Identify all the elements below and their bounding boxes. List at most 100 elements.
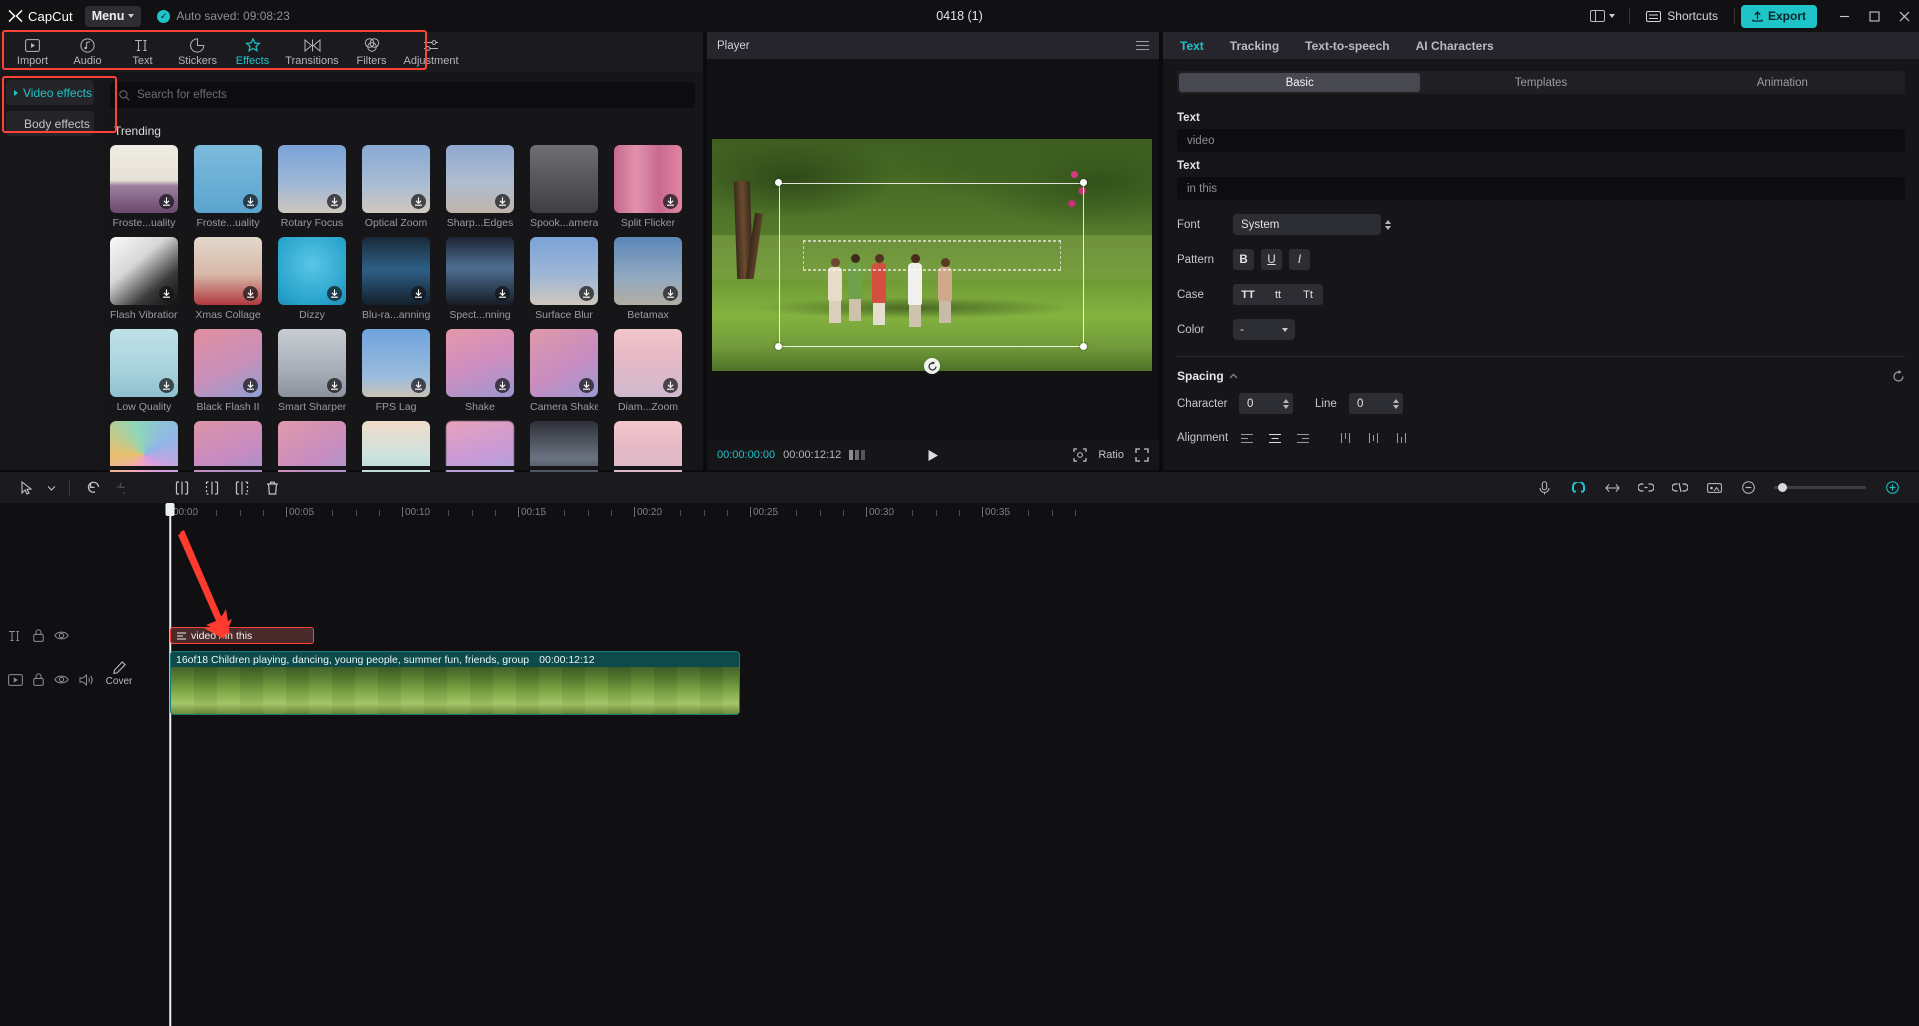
download-icon[interactable] — [411, 194, 426, 209]
close-icon[interactable] — [1889, 0, 1919, 32]
download-icon[interactable] — [327, 378, 342, 393]
chevron-down-icon[interactable] — [42, 475, 60, 501]
effect-card[interactable]: Black Flash II — [194, 329, 262, 413]
text-input-2[interactable]: in this — [1177, 177, 1905, 200]
maximize-icon[interactable] — [1859, 0, 1889, 32]
download-icon[interactable] — [243, 378, 258, 393]
download-icon[interactable] — [327, 286, 342, 301]
align-left-icon[interactable] — [1233, 428, 1261, 448]
layout-button[interactable] — [1582, 0, 1623, 32]
playhead-handle[interactable] — [166, 503, 175, 516]
effect-thumbnail[interactable] — [530, 329, 598, 397]
effect-card[interactable]: Betamax — [614, 237, 682, 321]
effect-thumbnail[interactable] — [362, 145, 430, 213]
export-button[interactable]: Export — [1741, 5, 1817, 28]
tab-import[interactable]: Import — [6, 33, 59, 71]
effect-card[interactable]: Froste...uality — [110, 145, 178, 229]
zoom-in-icon[interactable] — [1877, 475, 1907, 501]
case-titlecase-button[interactable]: Tt — [1293, 284, 1323, 305]
tab-transitions[interactable]: Transitions — [281, 33, 343, 71]
effect-card[interactable]: Froste...uality — [194, 145, 262, 229]
undo-icon[interactable] — [79, 475, 109, 501]
tab-text[interactable]: Text — [116, 33, 169, 71]
tab-text-to-speech[interactable]: Text-to-speech — [1305, 39, 1389, 53]
font-stepper[interactable] — [1385, 220, 1391, 230]
resize-handle-tr[interactable] — [1080, 179, 1087, 186]
effect-card[interactable]: Diam...Zoom — [614, 329, 682, 413]
effect-card[interactable]: Spook...amera — [530, 145, 598, 229]
menu-button[interactable]: Menu — [85, 6, 142, 27]
effect-thumbnail[interactable] — [110, 145, 178, 213]
effect-thumbnail[interactable] — [614, 237, 682, 305]
timeline[interactable]: 00:0000:0500:1000:1500:2000:2500:3000:35 — [0, 503, 1919, 1026]
effect-card[interactable]: Dizzy — [278, 237, 346, 321]
auto-adjust-icon[interactable] — [1597, 475, 1627, 501]
effect-thumbnail[interactable] — [446, 145, 514, 213]
download-icon[interactable] — [663, 378, 678, 393]
effect-thumbnail[interactable] — [362, 329, 430, 397]
tab-tracking[interactable]: Tracking — [1230, 39, 1279, 53]
text-input-1[interactable]: video — [1177, 129, 1905, 152]
effect-thumbnail[interactable] — [110, 237, 178, 305]
ratio-button[interactable]: Ratio — [1098, 449, 1124, 461]
sidebar-item-body-effects[interactable]: Body effects — [6, 111, 94, 136]
delete-icon[interactable] — [257, 475, 287, 501]
effect-card[interactable]: Blu-ra...anning — [362, 237, 430, 321]
unlink-icon[interactable] — [1665, 475, 1695, 501]
effect-thumbnail[interactable] — [110, 329, 178, 397]
video-track-icon[interactable] — [8, 674, 23, 686]
bold-button[interactable]: B — [1233, 249, 1254, 270]
hamburger-icon[interactable] — [1136, 41, 1149, 51]
frames-icon[interactable] — [849, 450, 865, 460]
effect-thumbnail[interactable] — [614, 145, 682, 213]
snapshot-icon[interactable] — [1073, 448, 1087, 462]
effect-card[interactable]: Spect...nning — [446, 237, 514, 321]
sidebar-item-video-effects[interactable]: Video effects — [6, 80, 94, 105]
player-stage[interactable] — [707, 59, 1159, 440]
download-icon[interactable] — [159, 286, 174, 301]
effect-card[interactable]: Surface Blur — [530, 237, 598, 321]
effect-card[interactable]: FPS Lag — [362, 329, 430, 413]
text-clip[interactable]: video / in this — [170, 627, 314, 644]
effect-thumbnail[interactable] — [194, 145, 262, 213]
lock-icon[interactable] — [33, 629, 44, 642]
video-clip[interactable]: 16of18 Children playing, dancing, young … — [170, 651, 740, 715]
chevron-up-icon[interactable] — [1229, 373, 1238, 379]
color-select[interactable]: - — [1233, 319, 1295, 340]
search-input[interactable]: Search for effects — [110, 82, 695, 108]
download-icon[interactable] — [495, 378, 510, 393]
tab-text[interactable]: Text — [1180, 39, 1204, 53]
timeline-ruler[interactable]: 00:0000:0500:1000:1500:2000:2500:3000:35 — [0, 503, 1919, 525]
align-right-icon[interactable] — [1289, 428, 1317, 448]
magnet-snap-icon[interactable] — [1563, 475, 1593, 501]
download-icon[interactable] — [159, 194, 174, 209]
case-uppercase-button[interactable]: TT — [1233, 284, 1263, 305]
tab-audio[interactable]: Audio — [61, 33, 114, 71]
split-icon[interactable] — [167, 475, 197, 501]
underline-button[interactable]: U — [1261, 249, 1282, 270]
reset-icon[interactable] — [1892, 370, 1905, 383]
download-icon[interactable] — [243, 194, 258, 209]
effect-thumbnail[interactable] — [194, 237, 262, 305]
character-spacing-stepper[interactable] — [1283, 399, 1289, 409]
mic-record-icon[interactable] — [1529, 475, 1559, 501]
fullscreen-icon[interactable] — [1135, 448, 1149, 462]
download-icon[interactable] — [411, 286, 426, 301]
download-icon[interactable] — [579, 378, 594, 393]
link-icon[interactable] — [1631, 475, 1661, 501]
effect-card[interactable]: Shake — [446, 329, 514, 413]
tab-stickers[interactable]: Stickers — [171, 33, 224, 71]
effect-card[interactable]: Low Quality — [110, 329, 178, 413]
effect-card[interactable]: Rotary Focus — [278, 145, 346, 229]
download-icon[interactable] — [243, 286, 258, 301]
case-lowercase-button[interactable]: tt — [1263, 284, 1293, 305]
play-icon[interactable] — [927, 449, 939, 462]
trim-left-icon[interactable] — [197, 475, 227, 501]
download-icon[interactable] — [411, 378, 426, 393]
download-icon[interactable] — [579, 286, 594, 301]
zoom-out-icon[interactable] — [1733, 475, 1763, 501]
effect-card[interactable]: Camera Shake — [530, 329, 598, 413]
effect-thumbnail[interactable] — [278, 237, 346, 305]
tab-ai-characters[interactable]: AI Characters — [1416, 39, 1494, 53]
crop-icon[interactable] — [1699, 475, 1729, 501]
